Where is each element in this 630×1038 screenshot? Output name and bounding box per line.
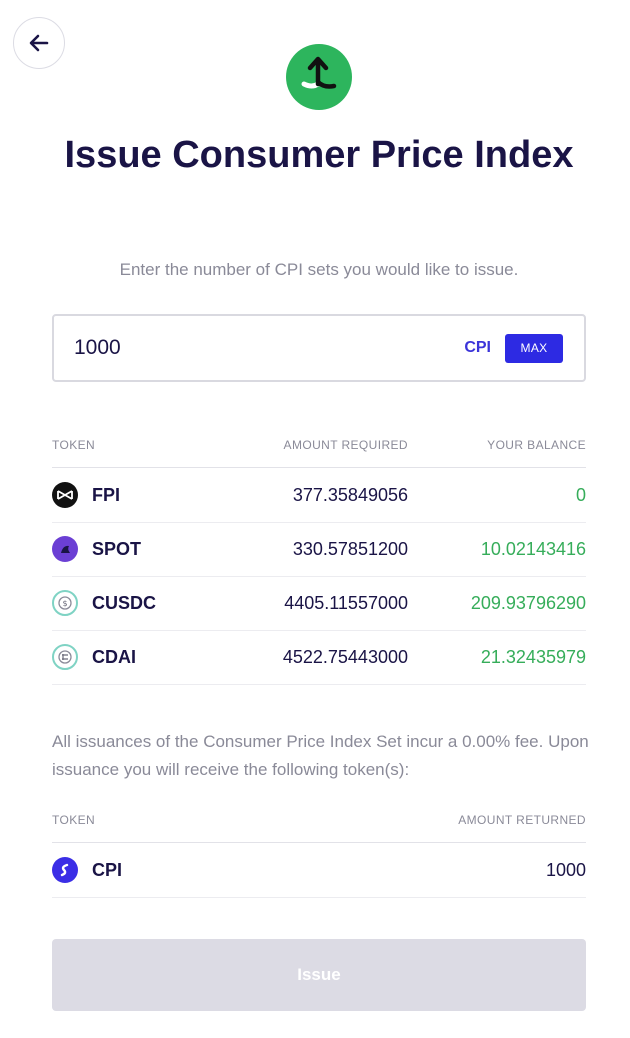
column-token: TOKEN bbox=[52, 813, 96, 827]
balance: 10.02143416 bbox=[480, 539, 586, 559]
table-row: CDAI 4522.75443000 21.32435979 bbox=[52, 631, 586, 685]
spot-icon bbox=[52, 536, 78, 562]
column-amount-returned: AMOUNT RETURNED bbox=[458, 813, 586, 827]
cpi-icon bbox=[52, 857, 78, 883]
required-table-header: TOKEN AMOUNT REQUIRED YOUR BALANCE bbox=[52, 430, 586, 468]
balance: 21.32435979 bbox=[480, 647, 586, 667]
set-logo-icon bbox=[286, 44, 352, 110]
fpi-icon bbox=[52, 482, 78, 508]
back-button[interactable] bbox=[13, 17, 65, 69]
returned-table-header: TOKEN AMOUNT RETURNED bbox=[52, 805, 586, 843]
table-row: CPI 1000 bbox=[52, 844, 586, 898]
cdai-icon bbox=[52, 644, 78, 670]
arrow-left-icon bbox=[29, 34, 49, 52]
svg-text:$: $ bbox=[62, 599, 67, 608]
amount-required: 4522.75443000 bbox=[282, 647, 408, 667]
column-token: TOKEN bbox=[52, 438, 96, 452]
unit-label: CPI bbox=[464, 339, 491, 356]
column-amount-required: AMOUNT REQUIRED bbox=[283, 438, 408, 452]
quantity-value[interactable]: 1000 bbox=[74, 336, 464, 360]
amount-required: 4405.11557000 bbox=[284, 593, 408, 613]
balance: 0 bbox=[575, 485, 586, 505]
amount-required: 377.35849056 bbox=[292, 485, 408, 505]
quantity-input[interactable]: 1000 CPI MAX bbox=[52, 314, 586, 382]
column-your-balance: YOUR BALANCE bbox=[487, 438, 586, 452]
table-row: FPI 377.35849056 0 bbox=[52, 469, 586, 523]
amount-required: 330.57851200 bbox=[292, 539, 408, 559]
token-symbol: CPI bbox=[92, 860, 123, 880]
token-symbol: FPI bbox=[92, 485, 121, 505]
balance: 209.93796290 bbox=[470, 593, 586, 613]
fee-note: All issuances of the Consumer Price Inde… bbox=[52, 732, 589, 779]
token-symbol: CDAI bbox=[92, 647, 136, 667]
issue-button[interactable]: Issue bbox=[52, 939, 586, 1011]
table-row: $ CUSDC 4405.11557000 209.93796290 bbox=[52, 577, 586, 631]
max-button[interactable]: MAX bbox=[505, 333, 563, 363]
page-subtitle: Enter the number of CPI sets you would l… bbox=[119, 260, 519, 279]
cusdc-icon: $ bbox=[52, 590, 78, 616]
amount-returned: 1000 bbox=[545, 860, 586, 880]
token-symbol: CUSDC bbox=[92, 593, 157, 613]
token-symbol: SPOT bbox=[92, 539, 142, 559]
table-row: SPOT 330.57851200 10.02143416 bbox=[52, 523, 586, 577]
page-title: Issue Consumer Price Index bbox=[64, 134, 574, 176]
